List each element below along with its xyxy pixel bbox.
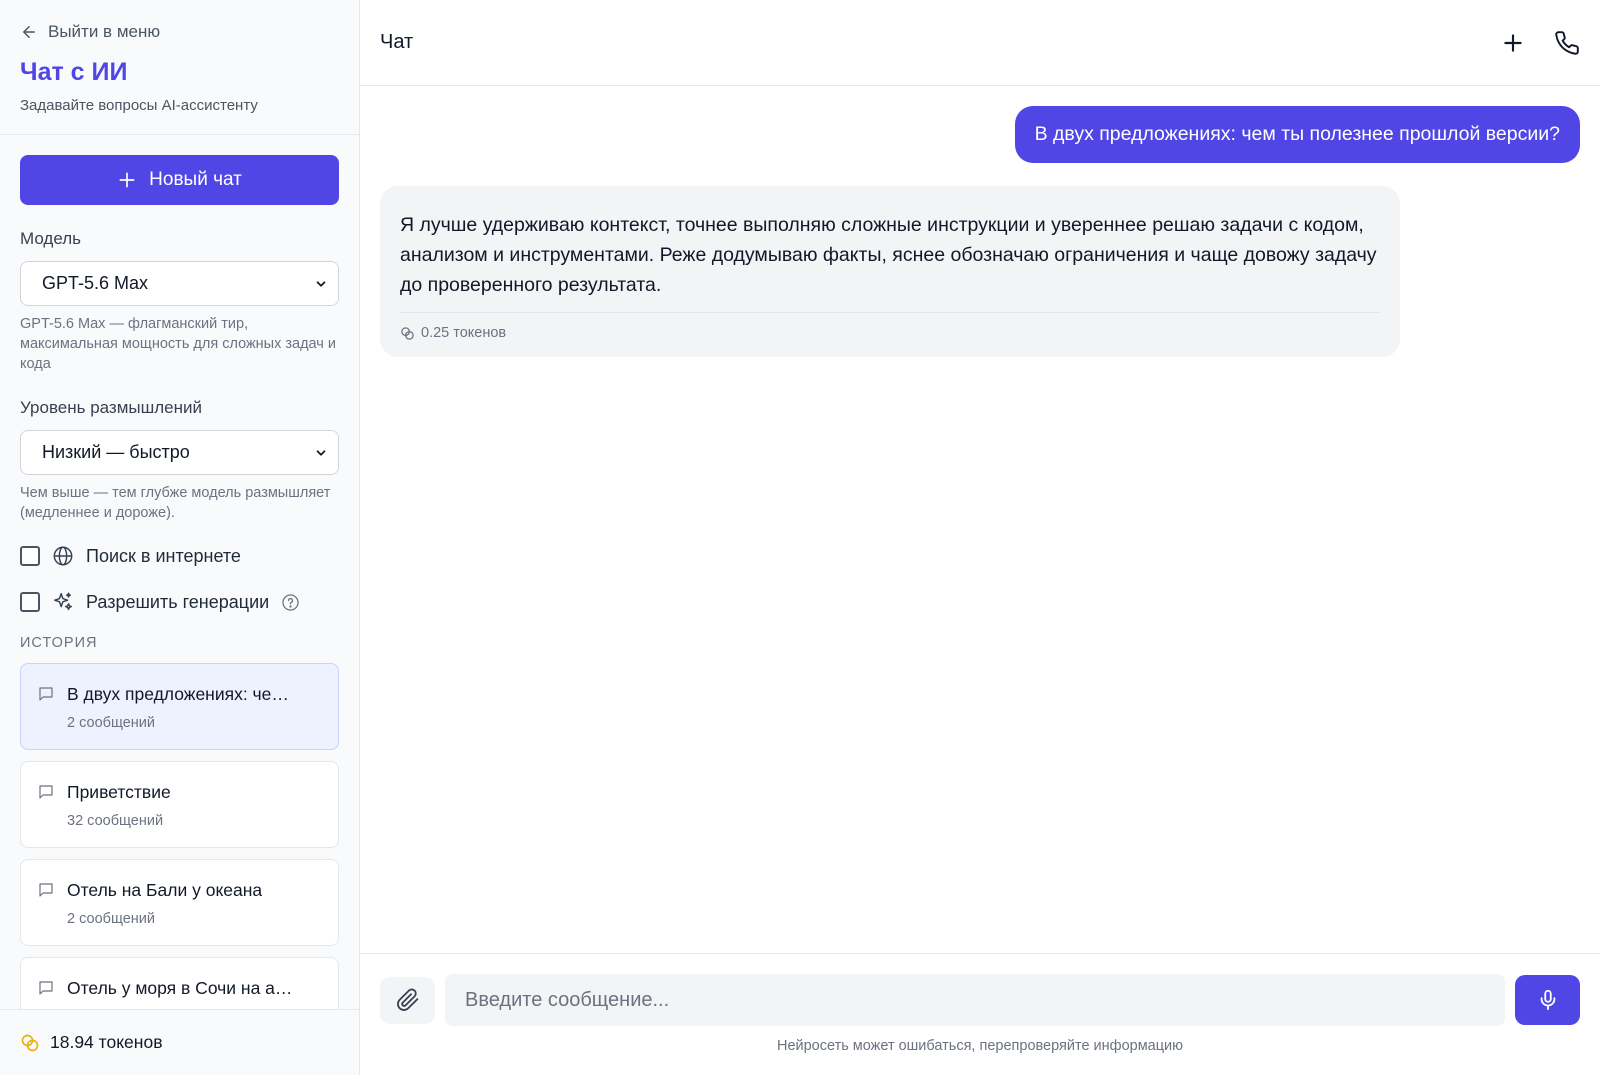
attach-button[interactable] — [380, 976, 435, 1024]
history-item-title: Приветствие — [67, 782, 171, 802]
model-label: Модель — [20, 229, 82, 248]
back-to-menu-link[interactable]: Выйти в меню — [20, 22, 339, 42]
help-circle-icon[interactable] — [281, 593, 300, 612]
chevron-down-icon — [316, 449, 326, 456]
model-select[interactable]: GPT-5.6 Max — [20, 261, 339, 306]
sidebar: Выйти в меню Чат с ИИ Задавайте вопросы … — [0, 0, 360, 1075]
generations-checkbox[interactable] — [20, 592, 40, 612]
sidebar-body: Новый чат Модель GPT-5.6 Max GPT-5.6 Max… — [0, 135, 359, 1075]
model-hint: GPT-5.6 Max — флагманский тир, максималь… — [20, 316, 336, 372]
new-chat-button[interactable]: Новый чат — [20, 155, 339, 205]
ai-disclaimer: Нейросеть может ошибаться, перепроверяйт… — [776, 1038, 1184, 1054]
user-message: В двух предложениях: чем ты полезнее про… — [1014, 106, 1580, 163]
web-search-checkbox[interactable] — [20, 546, 40, 566]
model-selected-value: GPT-5.6 Max — [42, 273, 149, 293]
chat-header: Чат — [360, 0, 1600, 86]
sidebar-header: Выйти в меню Чат с ИИ Задавайте вопросы … — [0, 0, 359, 135]
coins-icon — [401, 326, 414, 340]
chat-bubble-icon — [39, 981, 53, 995]
thinking-selected-value: Низкий — быстро — [42, 442, 190, 462]
token-balance: 18.94 токенов — [0, 1009, 359, 1075]
chat-bubble-icon — [39, 687, 53, 701]
composer-row — [360, 954, 1600, 1026]
generations-option: Разрешить генерации — [20, 591, 339, 613]
chat-bubble-icon — [39, 883, 53, 897]
app-subtitle: Задавайте вопросы AI-ассистенту — [20, 97, 258, 114]
chat-main: Чат В двух предложениях: чем ты полезнее… — [360, 0, 1600, 1075]
chat-title: Чат — [380, 31, 414, 53]
history-item[interactable]: Приветствие 32 сообщений — [20, 761, 339, 848]
phone-icon[interactable] — [1554, 30, 1580, 56]
history-item-count: 32 сообщений — [67, 813, 164, 829]
history-item-count: 2 сообщений — [67, 911, 155, 927]
history-item-title: В двух предложениях: че… — [67, 684, 289, 704]
history-item[interactable]: Отель на Бали у океана 2 сообщений — [20, 859, 339, 946]
back-to-menu-label: Выйти в меню — [48, 22, 161, 41]
microphone-icon — [1540, 989, 1555, 1011]
assistant-message-cost: 0.25 токенов — [421, 325, 507, 341]
arrow-left-icon — [23, 26, 35, 38]
app-title: Чат с ИИ — [20, 58, 128, 86]
coins-icon — [21, 1034, 39, 1051]
voice-input-button[interactable] — [1515, 975, 1580, 1025]
header-actions — [1500, 30, 1580, 56]
plus-icon[interactable] — [1500, 30, 1526, 56]
new-chat-label: Новый чат — [149, 169, 242, 190]
history-item-title: Отель у моря в Сочи на а… — [67, 978, 293, 998]
thinking-label: Уровень размышлений — [20, 398, 203, 417]
assistant-message-text: Я лучше удерживаю контекст, точнее выпол… — [400, 214, 1377, 296]
sparkles-icon — [54, 592, 72, 611]
paperclip-icon — [396, 988, 418, 1011]
history-item-count: 2 сообщений — [67, 715, 155, 731]
assistant-message-meta: 0.25 токенов — [400, 312, 1380, 341]
generations-label: Разрешить генерации — [86, 591, 270, 612]
thinking-hint: Чем выше — тем глубже модель размышляет … — [20, 485, 331, 521]
chevron-down-icon — [316, 280, 326, 287]
history-heading: ИСТОРИЯ — [20, 635, 98, 651]
plus-icon — [119, 172, 135, 188]
globe-icon — [53, 546, 73, 566]
composer: Нейросеть может ошибаться, перепроверяйт… — [360, 953, 1600, 1075]
assistant-message: Я лучше удерживаю контекст, точнее выпол… — [380, 186, 1400, 357]
history-list: В двух предложениях: че… 2 сообщений При… — [20, 663, 339, 1044]
thinking-select[interactable]: Низкий — быстро — [20, 430, 339, 475]
message-input[interactable] — [445, 974, 1505, 1026]
history-item[interactable]: В двух предложениях: че… 2 сообщений — [20, 663, 339, 750]
web-search-option: Поиск в интернете — [20, 545, 339, 567]
chat-bubble-icon — [39, 785, 53, 799]
message-list: В двух предложениях: чем ты полезнее про… — [360, 86, 1600, 1075]
history-item-title: Отель на Бали у океана — [67, 880, 263, 900]
web-search-label: Поиск в интернете — [86, 545, 241, 566]
token-balance-value: 18.94 токенов — [50, 1032, 163, 1052]
